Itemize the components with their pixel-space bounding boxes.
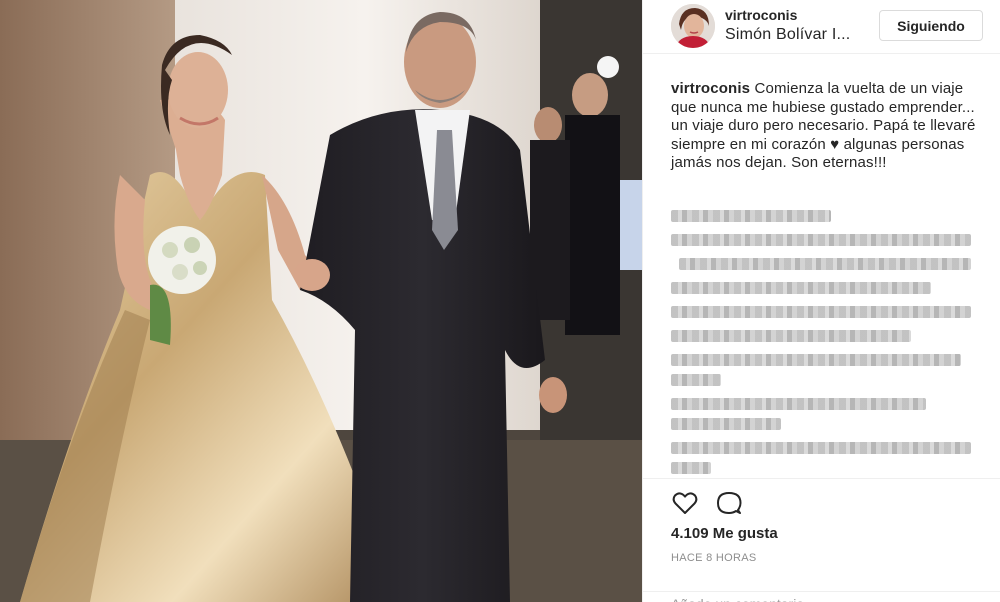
likes-count[interactable]: 4.109 Me gusta [671, 525, 778, 542]
pixelated-line [671, 374, 721, 386]
following-button[interactable]: Siguiendo [879, 10, 983, 41]
heart-icon[interactable] [671, 489, 699, 517]
pixelated-line [671, 442, 971, 454]
comment-input[interactable] [671, 596, 971, 602]
pixelated-line [671, 354, 961, 366]
pixelated-line [671, 330, 911, 342]
comment-box [643, 591, 1000, 602]
post-caption: virtroconis Comienza la vuelta de un via… [671, 80, 981, 173]
pixelated-line [671, 306, 971, 318]
post-timestamp[interactable]: HACE 8 HORAS [671, 552, 757, 564]
caption-username[interactable]: virtroconis [671, 80, 750, 97]
avatar-image [671, 4, 715, 48]
pixelated-line [671, 282, 931, 294]
post-photo[interactable] [0, 0, 642, 602]
post-actions: 4.109 Me gusta HACE 8 HORAS [643, 478, 1000, 602]
pixelated-line [671, 418, 781, 430]
pixelated-line [671, 234, 971, 246]
pixelated-line [679, 258, 971, 270]
comment-icon[interactable] [715, 489, 743, 517]
avatar[interactable] [671, 4, 715, 48]
pixelated-line [671, 462, 711, 474]
wedding-photo-illustration [0, 0, 642, 602]
post-header: virtroconis Simón Bolívar I... Siguiendo [643, 0, 1000, 54]
pixelated-line [671, 398, 926, 410]
pixelated-comments [671, 206, 991, 476]
post-username[interactable]: virtroconis [725, 7, 797, 23]
post-side-panel: virtroconis Simón Bolívar I... Siguiendo… [642, 0, 1000, 602]
pixelated-line [671, 210, 831, 222]
post-location[interactable]: Simón Bolívar I... [725, 26, 850, 44]
